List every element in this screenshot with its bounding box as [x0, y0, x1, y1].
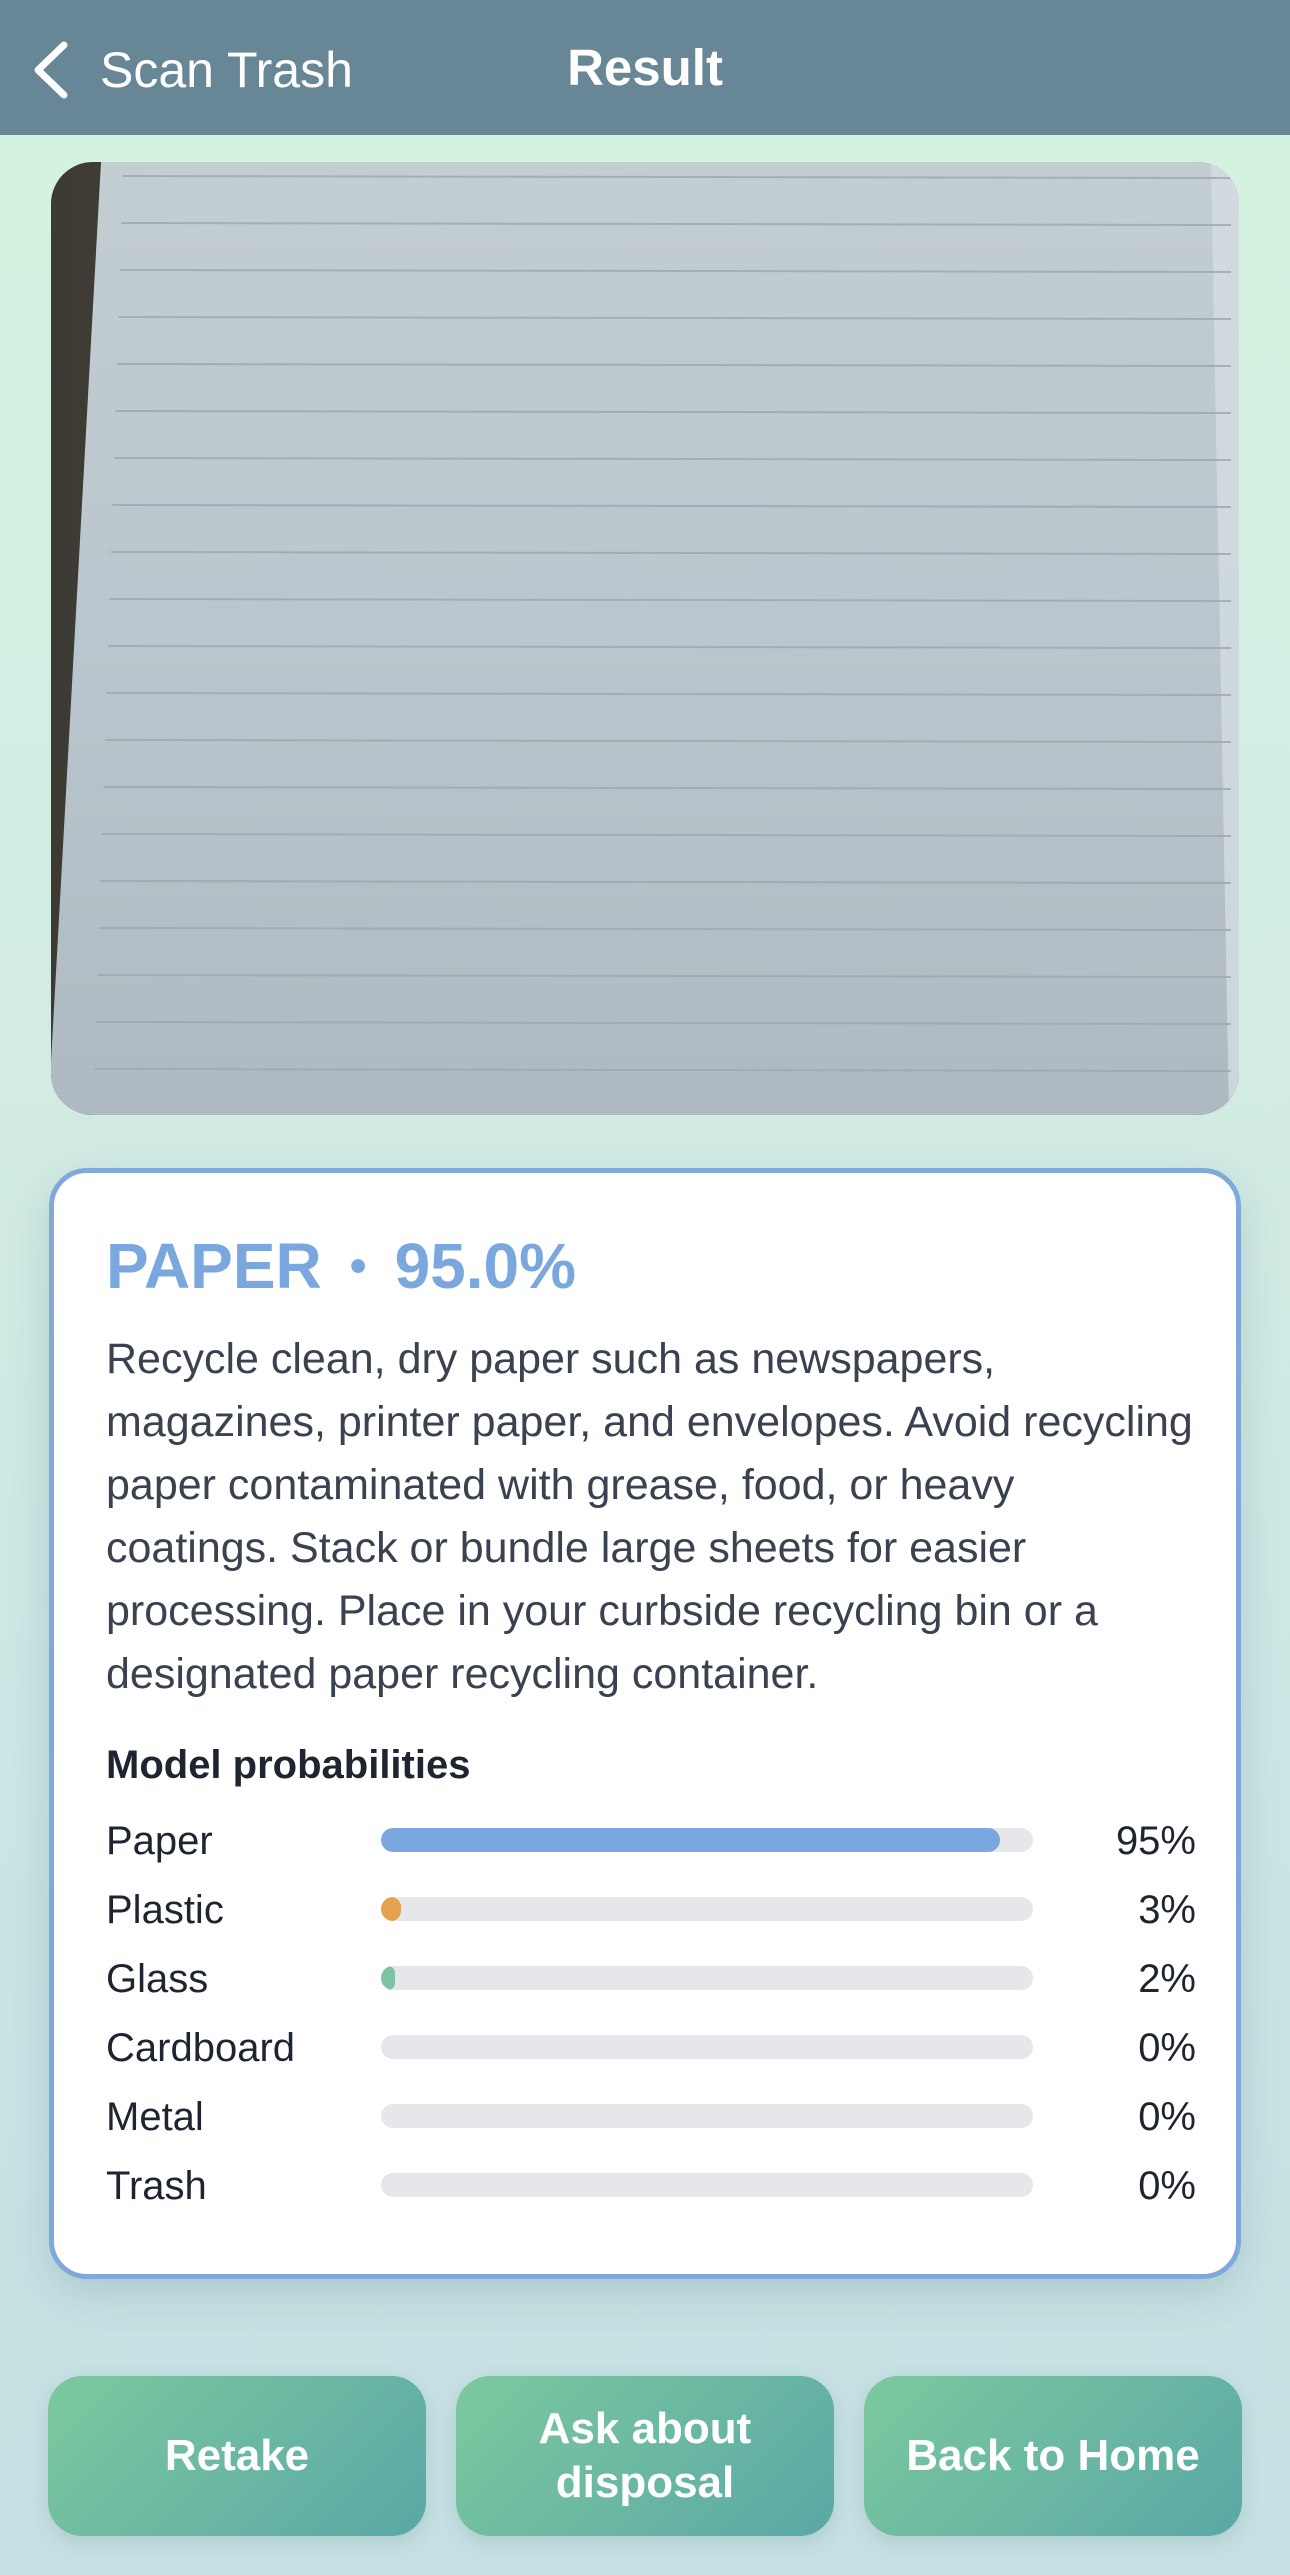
probability-row-trash: Trash 0%: [106, 2158, 1196, 2218]
result-header: PAPER • 95.0%: [106, 1229, 576, 1303]
probability-value: 0%: [1138, 2026, 1196, 2070]
probability-bar-track: [381, 1828, 1033, 1852]
probability-row-glass: Glass 2%: [106, 1951, 1196, 2011]
probability-row-cardboard: Cardboard 0%: [106, 2020, 1196, 2080]
probability-value: 95%: [1115, 1819, 1196, 1863]
separator-dot: •: [349, 1239, 367, 1293]
result-card: PAPER • 95.0% Recycle clean, dry paper s…: [49, 1168, 1241, 2279]
category-label: PAPER: [106, 1230, 322, 1302]
probability-bar-fill: [381, 1828, 1000, 1852]
back-to-home-button[interactable]: Back to Home: [864, 2376, 1242, 2536]
probability-bar-fill: [381, 1897, 401, 1921]
probability-value: 3%: [1138, 1888, 1196, 1932]
probability-bar-track: [381, 1966, 1033, 1990]
probability-label: Trash: [106, 2164, 207, 2208]
probability-bar-track: [381, 2104, 1033, 2128]
probability-label: Cardboard: [106, 2026, 296, 2070]
probability-label: Glass: [106, 1957, 209, 2001]
probability-bar-fill: [381, 1966, 395, 1990]
lined-paper-photo: [51, 162, 1239, 1115]
confidence-value: 95.0%: [394, 1230, 577, 1302]
disposal-description: Recycle clean, dry paper such as newspap…: [106, 1335, 1193, 1698]
retake-button[interactable]: Retake: [48, 2376, 426, 2536]
probability-bar-track: [381, 2035, 1033, 2059]
probability-row-paper: Paper 95%: [106, 1813, 1196, 1873]
ask-about-disposal-button[interactable]: Ask about disposal: [456, 2376, 834, 2536]
probability-label: Metal: [106, 2095, 204, 2139]
probability-row-metal: Metal 0%: [106, 2089, 1196, 2149]
probabilities-title: Model probabilities: [106, 1743, 471, 1787]
page-title: Result: [567, 39, 723, 96]
navigation-bar: Scan Trash Result: [0, 0, 1290, 135]
probability-label: Plastic: [106, 1888, 224, 1932]
probability-value: 2%: [1138, 1957, 1196, 2001]
probability-bar-track: [381, 2173, 1033, 2197]
scanned-item-photo: [51, 162, 1239, 1115]
probability-label: Paper: [106, 1819, 213, 1863]
probability-value: 0%: [1138, 2095, 1196, 2139]
probability-row-plastic: Plastic 3%: [106, 1882, 1196, 1942]
probability-value: 0%: [1138, 2164, 1196, 2208]
probability-bar-track: [381, 1897, 1033, 1921]
